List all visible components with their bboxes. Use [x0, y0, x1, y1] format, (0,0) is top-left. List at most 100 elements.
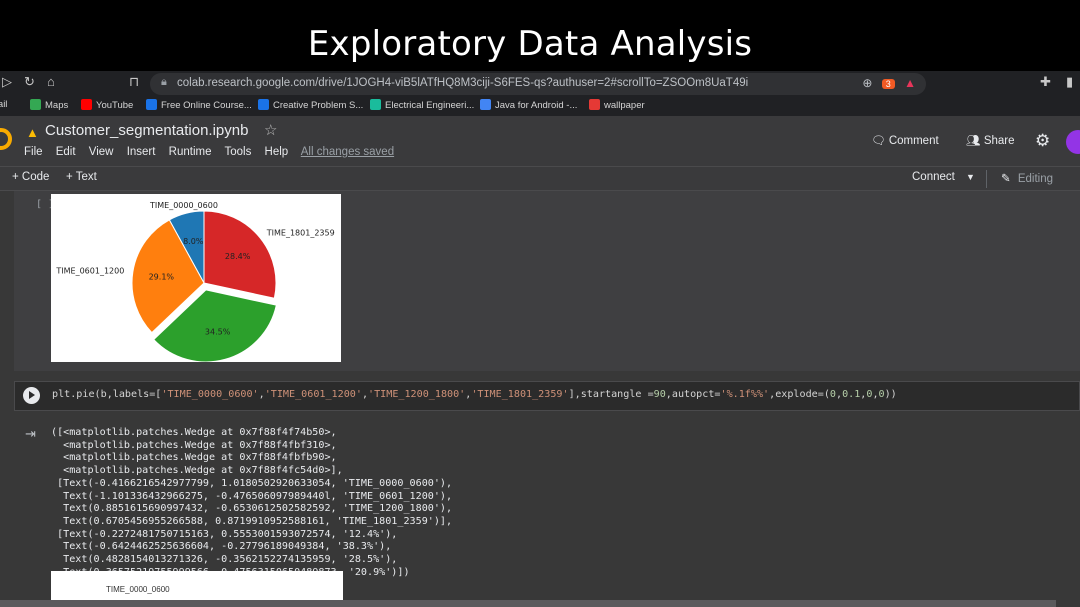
brave-shield-icon[interactable]: 3: [881, 79, 895, 89]
menu-help[interactable]: Help: [265, 146, 289, 158]
bookmark-label: Free Online Course...: [161, 100, 252, 111]
menu-insert[interactable]: Insert: [127, 146, 156, 158]
zoom-icon[interactable]: ⊕: [862, 76, 872, 90]
toolbar-divider: [986, 170, 987, 188]
forward-icon[interactable]: ▷: [2, 74, 12, 90]
pie-percent-label: 29.1%: [149, 272, 175, 281]
notebook-title[interactable]: Customer_segmentation.ipynb: [45, 122, 248, 139]
bookmark-1[interactable]: Maps: [30, 99, 68, 111]
drive-icon[interactable]: ▲: [26, 125, 39, 140]
wallpaper-icon: [589, 99, 600, 110]
browser-address-bar: ▷ ↻ ⌂ ⊓ 🔒︎ colab.research.google.com/dri…: [0, 71, 1080, 97]
chevron-down-icon: ▼: [966, 172, 975, 182]
star-icon[interactable]: ☆: [264, 121, 277, 139]
url-actions: ⊕ 3 ▲: [862, 76, 916, 90]
youtube-icon: [81, 99, 92, 110]
output-line: <matplotlib.patches.Wedge at 0x7f88f4fbf…: [51, 452, 337, 464]
run-cell-button[interactable]: [23, 387, 40, 404]
editing-label: Editing: [1017, 173, 1054, 185]
people-icon: 👥︎: [966, 135, 981, 147]
pie-label-0601-1200: TIME_0601_1200: [55, 267, 124, 276]
maps-icon: [30, 99, 41, 110]
menu-tools[interactable]: Tools: [224, 146, 251, 158]
output-line: <matplotlib.patches.Wedge at 0x7f88f4fbf…: [51, 439, 337, 451]
pie-label-1801-2359: TIME_1801_2359: [266, 228, 335, 237]
pie-percent-label: 28.4%: [225, 252, 251, 261]
next-chart-label: TIME_0000_0600: [106, 585, 170, 594]
cell-output: ⇥ ([<matplotlib.patches.Wedge at 0x7f88f…: [14, 419, 1080, 607]
code-line[interactable]: plt.pie(b,labels=['TIME_0000_0600','TIME…: [52, 389, 897, 400]
output-line: Text(0.6705456955266588, 0.8719910952588…: [51, 515, 453, 527]
output-icon[interactable]: ⇥: [25, 426, 36, 442]
pie-percent-label: 8.0%: [183, 237, 204, 246]
bookmark-label: mail: [0, 99, 8, 110]
horizontal-scrollbar[interactable]: [0, 600, 1056, 607]
comment-button[interactable]: 🗨︎ Comment: [871, 133, 939, 147]
menu-edit[interactable]: Edit: [56, 146, 76, 158]
output-line: Text(-1.101336432966275, -0.476506097989…: [51, 490, 453, 502]
bookmark-label: Electrical Engineeri...: [385, 100, 475, 111]
bookmark-label: Creative Problem S...: [273, 100, 364, 111]
notebook-toolbar: + Code + Text Connect ▼ ✎ Editing: [0, 166, 1080, 191]
menu-runtime[interactable]: Runtime: [169, 146, 212, 158]
reload-icon[interactable]: ↻: [24, 74, 35, 90]
bookmark-3[interactable]: Free Online Course...: [146, 99, 252, 111]
lock-icon: 🔒︎: [161, 76, 167, 88]
bookmark-label: Java for Android -...: [495, 100, 578, 111]
connect-button[interactable]: Connect ▼: [912, 171, 975, 183]
pie-percent-label: 34.5%: [205, 328, 231, 337]
output-line: [Text(-0.2272481750715163, 0.55530015930…: [51, 528, 398, 540]
course-icon: [258, 99, 269, 110]
add-text-button[interactable]: + Text: [66, 171, 97, 183]
bookmark-6[interactable]: Java for Android -...: [480, 99, 577, 111]
save-status-link[interactable]: All changes saved: [301, 146, 394, 158]
globe-icon: [370, 99, 381, 110]
course-icon: [146, 99, 157, 110]
previous-cell-output: [ ] 8.0% TIME_0000_0600 29.1% TIME_0601_120…: [14, 191, 1080, 373]
profile-icon[interactable]: ▮: [1066, 74, 1073, 90]
comment-icon: 🗨︎: [871, 135, 886, 147]
home-icon[interactable]: ⌂: [47, 74, 55, 89]
output-line: Text(0.8851615690997432, -0.653061250258…: [51, 503, 453, 515]
menu-file[interactable]: File: [24, 146, 43, 158]
menu-bar: File Edit View Insert Runtime Tools Help…: [24, 146, 394, 158]
add-code-button[interactable]: + Code: [12, 171, 49, 183]
output-line: ([<matplotlib.patches.Wedge at 0x7f88f4f…: [51, 427, 337, 438]
bookmark-2[interactable]: YouTube: [81, 99, 133, 111]
bookmarks-bar: mail Maps YouTube Free Online Course... Crea…: [0, 97, 1080, 116]
banner-title: Exploratory Data Analysis: [307, 24, 753, 64]
comment-label: Comment: [888, 135, 939, 147]
bookmark-label: YouTube: [96, 100, 134, 111]
bookmark-0[interactable]: mail: [0, 99, 7, 110]
bookmark-5[interactable]: Electrical Engineeri...: [370, 99, 474, 111]
bookmark-icon[interactable]: ⊓: [129, 74, 139, 90]
play-icon: [29, 391, 35, 399]
code-cell[interactable]: plt.pie(b,labels=['TIME_0000_0600','TIME…: [14, 381, 1080, 411]
gear-icon[interactable]: ⚙: [1035, 131, 1050, 151]
avatar[interactable]: [1066, 130, 1080, 154]
output-line: <matplotlib.patches.Wedge at 0x7f88f4fc5…: [51, 465, 343, 477]
pencil-icon: ✎: [1001, 173, 1011, 185]
extensions-icon[interactable]: ✚: [1040, 74, 1051, 90]
colab-header: ▲ Customer_segmentation.ipynb ☆ File Edi…: [0, 116, 1080, 166]
editing-mode-button[interactable]: ✎ Editing: [1001, 171, 1053, 185]
url-input[interactable]: 🔒︎ colab.research.google.com/drive/1JOGH…: [150, 73, 926, 95]
bookmark-label: Maps: [45, 100, 69, 111]
link-icon: [480, 99, 491, 110]
share-label: Share: [983, 135, 1015, 147]
bookmark-7[interactable]: wallpaper: [589, 99, 645, 111]
pie-label-0000-0600: TIME_0000_0600: [149, 201, 218, 210]
pie-chart: 8.0% TIME_0000_0600 29.1% TIME_0601_1200 34.…: [55, 201, 335, 373]
bookmark-4[interactable]: Creative Problem S...: [258, 99, 363, 111]
output-line: Text(0.4828154013271326, -0.356215227413…: [51, 554, 398, 566]
menu-view[interactable]: View: [89, 146, 114, 158]
share-button[interactable]: 👥︎ Share: [966, 133, 1015, 147]
url-text[interactable]: colab.research.google.com/drive/1JOGH4-v…: [177, 77, 748, 89]
pie-chart-card: 8.0% TIME_0000_0600 29.1% TIME_0601_1200 34.…: [51, 194, 341, 373]
colab-logo[interactable]: [0, 128, 12, 150]
brave-rewards-icon[interactable]: ▲: [904, 76, 916, 90]
video-banner: Exploratory Data Analysis: [0, 0, 1080, 68]
output-text: ([<matplotlib.patches.Wedge at 0x7f88f4f…: [51, 427, 452, 579]
notebook-area: [ ] 8.0% TIME_0000_0600 29.1% TIME_0601_120…: [0, 191, 1080, 607]
output-line: Text(-0.6424462525636604, -0.27796189049…: [51, 541, 392, 553]
